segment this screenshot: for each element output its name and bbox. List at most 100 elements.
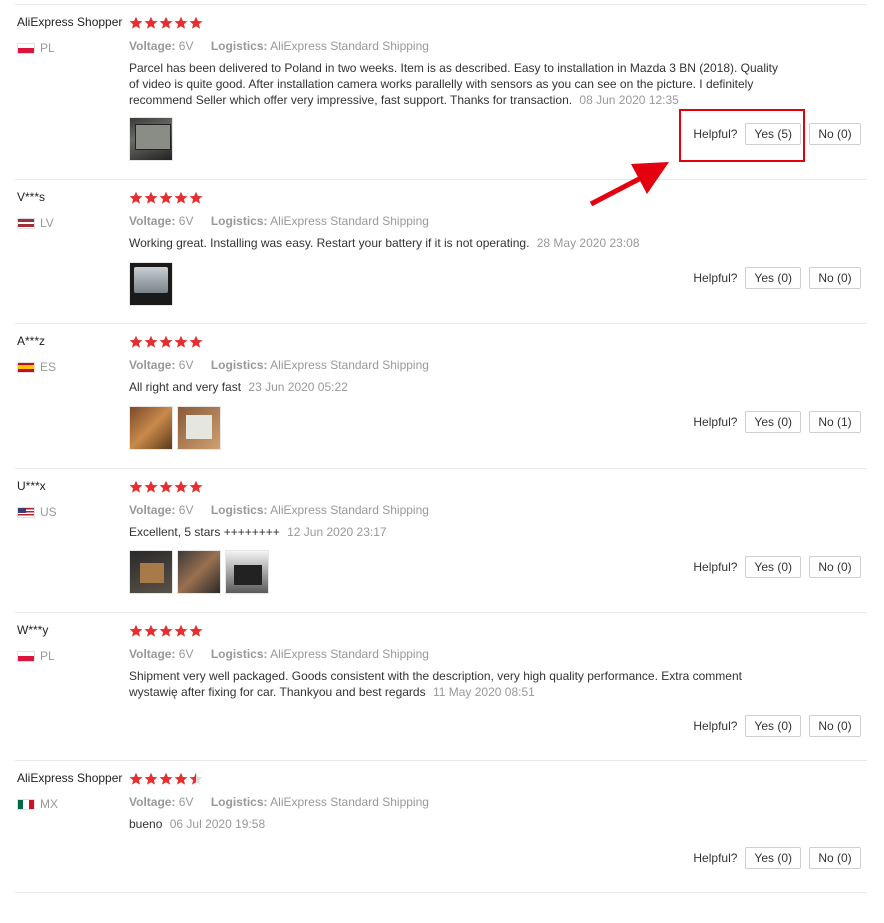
star-rating [129, 624, 203, 638]
review-item: V***s LV Voltage: 6V Logistics: AliExpre… [15, 180, 867, 324]
star-icon [174, 772, 188, 786]
flag-icon [17, 217, 35, 229]
reviewer-country: LV [17, 216, 54, 230]
logistics-value: AliExpress Standard Shipping [270, 39, 429, 53]
logistics-label: Logistics: [210, 39, 268, 53]
review-photo-thumbnail[interactable] [177, 406, 221, 450]
review-attributes: Voltage: 6V Logistics: AliExpress Standa… [129, 795, 429, 809]
flag-icon [17, 506, 35, 518]
star-rating [129, 772, 203, 786]
country-code: US [40, 505, 57, 519]
review-attributes: Voltage: 6V Logistics: AliExpress Standa… [129, 647, 429, 661]
star-icon [129, 624, 143, 638]
review-photo-thumbnail[interactable] [129, 117, 173, 161]
review-photo-thumbnail[interactable] [225, 550, 269, 594]
reviewer-name: AliExpress Shopper [17, 15, 123, 29]
reviewer-country: US [17, 505, 57, 519]
star-icon [129, 480, 143, 494]
review-photo-thumbnail[interactable] [129, 406, 173, 450]
review-attributes: Voltage: 6V Logistics: AliExpress Standa… [129, 39, 429, 53]
helpful-controls: Helpful? Yes (0) No (0) [693, 267, 861, 289]
review-body: All right and very fast [129, 380, 242, 394]
reviewer-country: PL [17, 649, 55, 663]
review-photo-thumbnail[interactable] [177, 550, 221, 594]
voltage-value: 6V [178, 39, 194, 53]
helpful-label: Helpful? [693, 271, 738, 285]
review-photo-thumbnail[interactable] [129, 262, 173, 306]
country-code: LV [40, 216, 54, 230]
star-icon [144, 624, 158, 638]
logistics-label: Logistics: [210, 795, 268, 809]
flag-icon [17, 650, 35, 662]
flag-icon [17, 42, 35, 54]
review-item: AliExpress Shopper MX Voltage: 6V Logist… [15, 761, 867, 893]
star-icon [174, 480, 188, 494]
reviewer-country: PL [17, 41, 55, 55]
helpful-label: Helpful? [693, 415, 738, 429]
helpful-yes-button[interactable]: Yes (0) [745, 411, 801, 433]
helpful-no-button[interactable]: No (0) [809, 715, 861, 737]
voltage-value: 6V [178, 795, 194, 809]
reviewer-name: V***s [17, 190, 46, 204]
star-icon [159, 16, 173, 30]
review-date: 06 Jul 2020 19:58 [169, 817, 266, 831]
review-body: Working great. Installing was easy. Rest… [129, 236, 530, 250]
review-text: Working great. Installing was easy. Rest… [129, 235, 789, 251]
review-body: Excellent, 5 stars ++++++++ [129, 525, 280, 539]
voltage-label: Voltage: [129, 647, 176, 661]
review-photo-thumbnail[interactable] [129, 550, 173, 594]
review-body: bueno [129, 817, 163, 831]
star-icon [189, 480, 203, 494]
helpful-no-button[interactable]: No (1) [809, 411, 861, 433]
star-icon [159, 191, 173, 205]
review-attributes: Voltage: 6V Logistics: AliExpress Standa… [129, 214, 429, 228]
star-rating [129, 335, 203, 349]
voltage-value: 6V [178, 214, 194, 228]
helpful-no-button[interactable]: No (0) [809, 556, 861, 578]
review-date: 11 May 2020 08:51 [432, 685, 535, 699]
logistics-value: AliExpress Standard Shipping [270, 214, 429, 228]
voltage-label: Voltage: [129, 358, 176, 372]
helpful-no-button[interactable]: No (0) [809, 267, 861, 289]
star-icon [144, 772, 158, 786]
star-icon [144, 16, 158, 30]
star-icon [159, 772, 173, 786]
helpful-yes-button[interactable]: Yes (0) [745, 715, 801, 737]
helpful-no-button[interactable]: No (0) [809, 847, 861, 869]
star-icon [144, 480, 158, 494]
reviewer-name: W***y [17, 623, 49, 637]
country-code: PL [40, 649, 55, 663]
star-icon [174, 191, 188, 205]
review-text: bueno 06 Jul 2020 19:58 [129, 816, 789, 832]
logistics-value: AliExpress Standard Shipping [270, 503, 429, 517]
flag-icon [17, 798, 35, 810]
voltage-label: Voltage: [129, 39, 176, 53]
star-rating [129, 480, 203, 494]
country-code: ES [40, 360, 57, 374]
reviewer-name: A***z [17, 334, 46, 348]
review-photos [129, 117, 173, 161]
review-date: 08 Jun 2020 12:35 [579, 93, 679, 107]
review-photos [129, 550, 269, 594]
country-code: PL [40, 41, 55, 55]
star-icon [174, 624, 188, 638]
star-icon [129, 772, 143, 786]
reviewer-name: AliExpress Shopper [17, 771, 123, 785]
star-rating [129, 191, 203, 205]
annotation-arrow-icon [589, 162, 669, 207]
helpful-yes-button[interactable]: Yes (0) [745, 267, 801, 289]
voltage-label: Voltage: [129, 503, 176, 517]
helpful-yes-button[interactable]: Yes (0) [745, 847, 801, 869]
review-text: Parcel has been delivered to Poland in t… [129, 60, 789, 108]
star-icon [159, 335, 173, 349]
voltage-value: 6V [178, 647, 194, 661]
helpful-no-button[interactable]: No (0) [809, 123, 861, 145]
voltage-value: 6V [178, 503, 194, 517]
review-attributes: Voltage: 6V Logistics: AliExpress Standa… [129, 358, 429, 372]
logistics-label: Logistics: [210, 214, 268, 228]
star-icon [129, 16, 143, 30]
helpful-yes-button[interactable]: Yes (0) [745, 556, 801, 578]
helpful-label: Helpful? [693, 851, 738, 865]
star-icon [129, 191, 143, 205]
review-photos [129, 406, 221, 450]
